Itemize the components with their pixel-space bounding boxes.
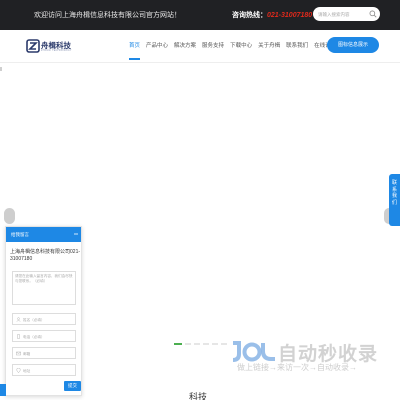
submit-button[interactable]: 提交: [64, 381, 81, 391]
phone-field[interactable]: [12, 330, 76, 342]
side-tab-label: 联系我们: [391, 180, 397, 206]
floating-tab[interactable]: [0, 384, 6, 396]
scroll-marker: [0, 67, 2, 71]
logo-subtitle: ZHOUJI TECHNOLOGY: [41, 49, 72, 52]
company-info: 上海舟楫信息科技有限公司021-31007180: [10, 249, 81, 262]
search-input[interactable]: [318, 10, 366, 18]
nav-item-downloads[interactable]: 下载中心: [227, 30, 255, 63]
location-icon: [16, 368, 21, 373]
logo-mark-icon: [26, 39, 40, 53]
side-contact-tab[interactable]: 联系我们: [389, 174, 400, 226]
hotline-number[interactable]: 021-31007180: [267, 12, 312, 19]
slider-dot[interactable]: [221, 343, 227, 345]
cta-button[interactable]: 图标信息展示: [327, 37, 379, 53]
contact-form-card: 给我留言 上海舟楫信息科技有限公司021-31007180 提交: [5, 226, 82, 396]
slider-dot[interactable]: [194, 343, 200, 345]
watermark-subtitle: 做上链接→来访一次→自动收录→: [237, 363, 357, 372]
email-input[interactable]: [23, 350, 73, 357]
header: 舟楫科技 ZHOUJI TECHNOLOGY 首页 产品中心 解决方案 服务支持…: [0, 30, 400, 63]
main-nav: 首页 产品中心 解决方案 服务支持 下载中心 关于舟楫 联系我们 在线论坛: [126, 30, 339, 63]
nav-item-solutions[interactable]: 解决方案: [171, 30, 199, 63]
search-box: [313, 7, 380, 21]
section-title: 科技: [189, 392, 208, 400]
watermark-logo-icon: [232, 341, 275, 362]
message-field[interactable]: [12, 271, 76, 305]
nav-item-products[interactable]: 产品中心: [143, 30, 171, 63]
card-title: 给我留言: [11, 232, 29, 237]
nav-item-contact[interactable]: 联系我们: [283, 30, 311, 63]
slider-pagination: [174, 343, 227, 345]
hotline-label: 咨询热线：: [232, 12, 267, 19]
phone-icon: [17, 334, 20, 339]
slider-prev-button[interactable]: [4, 208, 15, 224]
slider-dot[interactable]: [212, 343, 218, 345]
search-icon[interactable]: [369, 10, 377, 18]
hotline: 咨询热线：021-31007180: [232, 10, 312, 20]
welcome-text: 欢迎访问上海舟楫信息科技有限公司官方网站！: [34, 12, 181, 19]
name-field[interactable]: [12, 313, 76, 325]
collapse-icon[interactable]: [73, 231, 79, 237]
site-logo[interactable]: 舟楫科技 ZHOUJI TECHNOLOGY: [26, 39, 86, 55]
nav-item-home[interactable]: 首页: [126, 30, 143, 63]
nav-item-support[interactable]: 服务支持: [199, 30, 227, 63]
email-field[interactable]: [12, 347, 76, 359]
user-icon: [16, 317, 21, 322]
name-input[interactable]: [23, 316, 73, 323]
card-header: 给我留言: [6, 227, 81, 242]
watermark: 自动秒收录 做上链接→来访一次→自动收录→: [229, 335, 389, 380]
address-field[interactable]: [12, 364, 76, 376]
slider-dot[interactable]: [203, 343, 209, 345]
email-icon: [16, 351, 21, 356]
address-input[interactable]: [23, 367, 73, 374]
nav-item-about[interactable]: 关于舟楫: [255, 30, 283, 63]
slider-dot[interactable]: [174, 343, 182, 345]
slider-dot[interactable]: [185, 343, 191, 345]
phone-input[interactable]: [23, 333, 73, 340]
top-bar: 欢迎访问上海舟楫信息科技有限公司官方网站！ 咨询热线：021-31007180: [0, 0, 400, 30]
